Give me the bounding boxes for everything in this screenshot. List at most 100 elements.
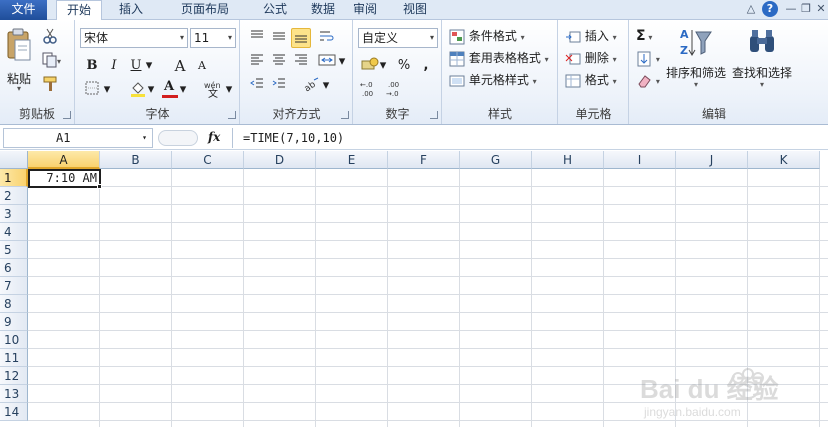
align-center-button[interactable]: [269, 52, 289, 72]
column-header-b[interactable]: B: [100, 151, 172, 169]
minimize-window-icon[interactable]: —: [784, 2, 798, 16]
row-header-13[interactable]: 13: [0, 385, 28, 403]
decrease-indent-button[interactable]: [247, 76, 267, 96]
cell-a1[interactable]: 7:10 AM: [28, 169, 101, 188]
decrease-decimal-button[interactable]: .00 →.0: [386, 80, 408, 100]
column-header-d[interactable]: D: [244, 151, 316, 169]
tab-data[interactable]: 数据: [300, 0, 346, 20]
column-header-c[interactable]: C: [172, 151, 244, 169]
sort-filter-button[interactable]: A Z 排序和筛选 ▾: [664, 24, 728, 96]
column-header-k[interactable]: K: [748, 151, 820, 169]
row-header-7[interactable]: 7: [0, 277, 28, 295]
copy-icon[interactable]: ▾: [42, 52, 72, 72]
column-header-f[interactable]: F: [388, 151, 460, 169]
column-header-j[interactable]: J: [676, 151, 748, 169]
shrink-font-button[interactable]: A: [192, 56, 212, 76]
number-launcher-icon[interactable]: [430, 111, 438, 119]
accounting-format-button[interactable]: [360, 56, 380, 76]
fill-color-button[interactable]: [128, 80, 148, 100]
increase-indent-button[interactable]: [269, 76, 289, 96]
align-middle-button[interactable]: [269, 28, 289, 48]
autosum-button[interactable]: Σ ▾: [636, 26, 652, 46]
row-header-14[interactable]: 14: [0, 403, 28, 421]
restore-window-icon[interactable]: ❐: [799, 2, 813, 16]
increase-decimal-button[interactable]: ←.0.00: [360, 80, 382, 100]
row-header-2[interactable]: 2: [0, 187, 28, 205]
underline-button[interactable]: U: [126, 56, 146, 76]
row-header-5[interactable]: 5: [0, 241, 28, 259]
row-header-12[interactable]: 12: [0, 367, 28, 385]
row-header-11[interactable]: 11: [0, 349, 28, 367]
column-header-h[interactable]: H: [532, 151, 604, 169]
row-header-9[interactable]: 9: [0, 313, 28, 331]
alignment-launcher-icon[interactable]: [341, 111, 349, 119]
fill-button[interactable]: ▾: [636, 48, 660, 68]
find-select-button[interactable]: 查找和选择 ▾: [730, 24, 794, 96]
tab-review[interactable]: 审阅: [342, 0, 388, 20]
conditional-formatting-button[interactable]: 条件格式 ▾: [449, 26, 525, 46]
format-painter-icon[interactable]: [42, 76, 60, 96]
fill-color-dropdown-icon[interactable]: ▾: [146, 80, 156, 100]
format-cells-button[interactable]: 格式 ▾: [565, 70, 617, 90]
row-header-6[interactable]: 6: [0, 259, 28, 277]
border-dropdown-icon[interactable]: ▾: [102, 80, 112, 100]
grow-font-button[interactable]: A: [170, 56, 190, 76]
insert-function-icon[interactable]: fx: [208, 130, 220, 144]
tab-view[interactable]: 视图: [392, 0, 438, 20]
underline-dropdown-icon[interactable]: ▾: [144, 56, 154, 76]
select-all-corner[interactable]: [0, 151, 28, 169]
minimize-ribbon-icon[interactable]: △: [744, 2, 758, 16]
number-format-select[interactable]: 自定义 ▾: [358, 28, 438, 48]
orientation-button[interactable]: ab: [301, 76, 321, 96]
row-header-8[interactable]: 8: [0, 295, 28, 313]
format-as-table-button[interactable]: 套用表格格式 ▾: [449, 48, 549, 68]
column-header-g[interactable]: G: [460, 151, 532, 169]
formula-bar-splitter[interactable]: [158, 130, 198, 146]
tab-insert[interactable]: 插入: [108, 0, 154, 20]
cell-styles-button[interactable]: 单元格样式 ▾: [449, 70, 537, 90]
merge-center-button[interactable]: [317, 52, 337, 72]
insert-cells-button[interactable]: 插入 ▾: [565, 26, 617, 46]
column-header-e[interactable]: E: [316, 151, 388, 169]
fill-handle[interactable]: [97, 184, 102, 189]
cut-icon[interactable]: [42, 28, 60, 48]
column-header-a[interactable]: A: [28, 151, 100, 169]
align-bottom-button[interactable]: [291, 28, 311, 48]
font-launcher-icon[interactable]: [228, 111, 236, 119]
percent-button[interactable]: %: [394, 56, 414, 76]
formula-input[interactable]: =TIME(7,10,10): [232, 128, 828, 148]
name-box[interactable]: A1 ▾: [3, 128, 153, 148]
align-top-button[interactable]: [247, 28, 267, 48]
align-right-button[interactable]: [291, 52, 311, 72]
delete-cells-button[interactable]: 删除 ▾: [565, 48, 617, 68]
wrap-text-button[interactable]: [317, 28, 337, 48]
tab-home[interactable]: 开始: [56, 0, 102, 21]
column-header-i[interactable]: I: [604, 151, 676, 169]
row-header-4[interactable]: 4: [0, 223, 28, 241]
font-color-dropdown-icon[interactable]: ▾: [178, 80, 188, 100]
border-button[interactable]: [82, 80, 102, 100]
align-left-button[interactable]: [247, 52, 267, 72]
font-size-select[interactable]: 11 ▾: [190, 28, 236, 48]
clipboard-launcher-icon[interactable]: [63, 111, 71, 119]
row-header-10[interactable]: 10: [0, 331, 28, 349]
tab-file[interactable]: 文件: [0, 0, 47, 20]
merge-dropdown-icon[interactable]: ▾: [337, 52, 347, 72]
tab-formulas[interactable]: 公式: [252, 0, 298, 20]
accounting-dropdown-icon[interactable]: ▾: [378, 56, 388, 76]
font-name-select[interactable]: 宋体 ▾: [80, 28, 188, 48]
phonetic-dropdown-icon[interactable]: ▾: [224, 80, 234, 100]
paste-button[interactable]: 粘贴 ▾: [2, 26, 36, 96]
close-window-icon[interactable]: ✕: [814, 2, 828, 16]
comma-button[interactable]: ,: [416, 56, 436, 76]
orientation-dropdown-icon[interactable]: ▾: [321, 76, 331, 96]
italic-button[interactable]: I: [104, 56, 124, 76]
help-icon[interactable]: ?: [762, 1, 778, 17]
bold-button[interactable]: B: [82, 56, 102, 76]
paste-dropdown-icon[interactable]: ▾: [2, 84, 36, 93]
clear-button[interactable]: ▾: [636, 70, 660, 90]
tab-page-layout[interactable]: 页面布局: [162, 0, 248, 20]
font-color-button[interactable]: A: [160, 79, 180, 100]
row-header-1[interactable]: 1: [0, 169, 28, 187]
row-header-3[interactable]: 3: [0, 205, 28, 223]
